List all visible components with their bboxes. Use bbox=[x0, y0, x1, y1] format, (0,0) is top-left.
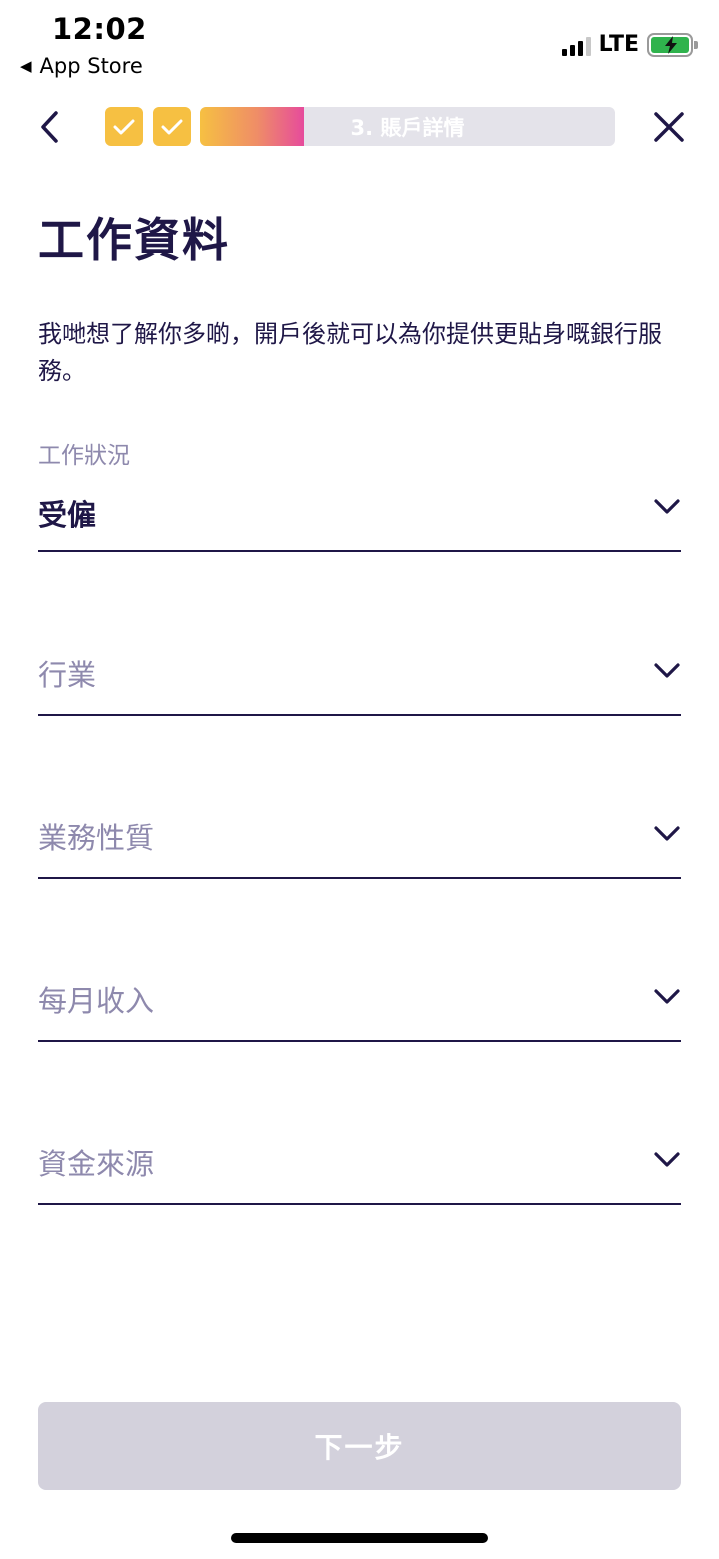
industry-select[interactable]: 行業 bbox=[38, 632, 681, 716]
back-triangle-icon: ◀ bbox=[20, 57, 32, 75]
employment-status-value: 受僱 bbox=[38, 498, 97, 532]
status-time: 12:02 bbox=[52, 12, 147, 46]
back-app-label: App Store bbox=[39, 54, 143, 78]
cellular-signal-icon bbox=[561, 34, 591, 56]
chevron-down-icon bbox=[654, 499, 680, 514]
business-nature-placeholder: 業務性質 bbox=[38, 821, 155, 855]
page-title: 工作資料 bbox=[38, 213, 230, 267]
check-icon bbox=[161, 119, 183, 134]
page-description: 我哋想了解你多啲，開戶後就可以為你提供更貼身嘅銀行服務。 bbox=[38, 320, 662, 385]
monthly-income-select[interactable]: 每月收入 bbox=[38, 958, 681, 1042]
chevron-left-icon bbox=[41, 111, 58, 143]
back-button[interactable] bbox=[36, 108, 66, 146]
step-2-complete bbox=[153, 107, 191, 146]
employment-status-label: 工作狀況 bbox=[38, 443, 130, 469]
industry-placeholder: 行業 bbox=[38, 658, 97, 692]
chevron-down-icon bbox=[654, 663, 680, 678]
monthly-income-placeholder: 每月收入 bbox=[38, 984, 155, 1018]
screen: 12:02 ◀ App Store LTE 3. 賬戶詳情 工作資料 我哋想了解… bbox=[0, 0, 719, 1559]
source-of-funds-placeholder: 資金來源 bbox=[38, 1147, 155, 1181]
progress-step-label: 3. 賬戶詳情 bbox=[350, 115, 465, 140]
home-indicator bbox=[231, 1533, 488, 1543]
chevron-down-icon bbox=[654, 989, 680, 1004]
source-of-funds-select[interactable]: 資金來源 bbox=[38, 1121, 681, 1205]
step-progress-bar: 3. 賬戶詳情 bbox=[200, 107, 615, 146]
back-to-app-link[interactable]: ◀ App Store bbox=[20, 54, 143, 78]
network-type: LTE bbox=[598, 32, 639, 57]
check-icon bbox=[113, 119, 135, 134]
chevron-down-icon bbox=[654, 826, 680, 841]
employment-status-select[interactable]: 工作狀況 受僱 bbox=[38, 432, 681, 552]
business-nature-select[interactable]: 業務性質 bbox=[38, 795, 681, 879]
close-button[interactable] bbox=[650, 108, 688, 146]
chevron-down-icon bbox=[654, 1152, 680, 1167]
close-icon bbox=[654, 112, 684, 142]
status-indicators: LTE bbox=[561, 32, 698, 57]
next-button[interactable]: 下一步 bbox=[38, 1402, 681, 1490]
step-1-complete bbox=[105, 107, 143, 146]
battery-charging-icon bbox=[647, 32, 698, 57]
